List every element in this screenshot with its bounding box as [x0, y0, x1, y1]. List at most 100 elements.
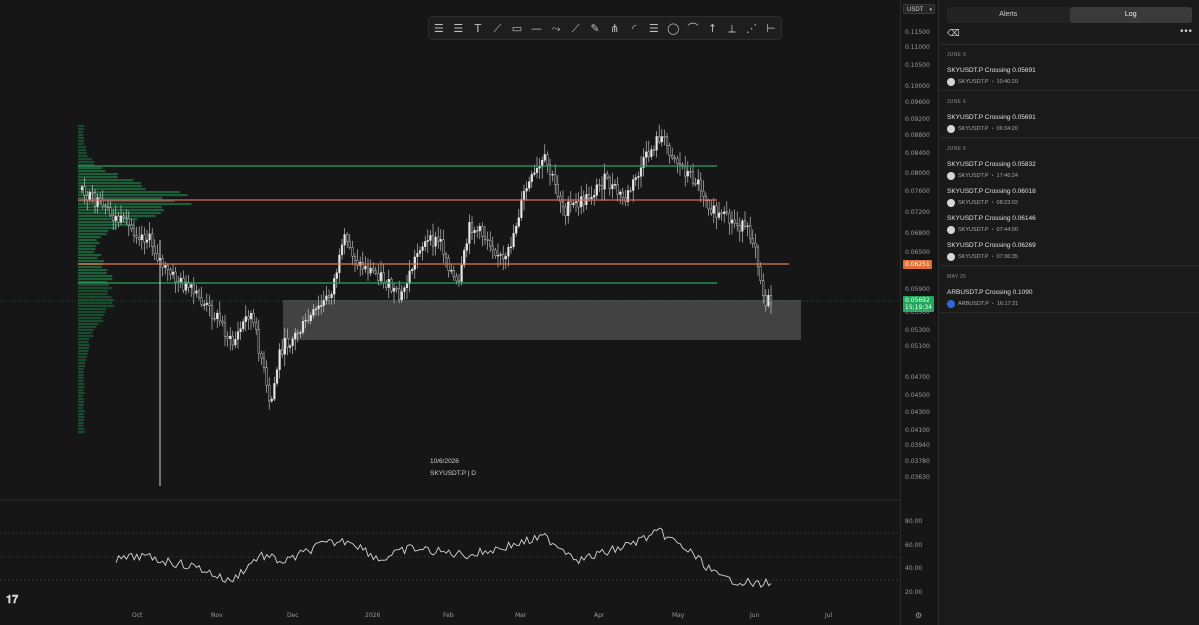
- candle-body: [377, 273, 380, 282]
- log-entry[interactable]: SKYUSDT.P Crossing 0.06018 SKYUSDT.P • 08:2…: [939, 188, 1199, 214]
- candle-body: [140, 234, 143, 240]
- log-entry-meta: SKYUSDT.P • 17:46:24: [947, 171, 1018, 180]
- candle-body: [327, 295, 331, 299]
- path-icon[interactable]: ⤳: [550, 22, 563, 35]
- candle-body: [138, 237, 141, 241]
- log-entry-symbol: SKYUSDT.P: [958, 253, 989, 260]
- log-entry-title: SKYUSDT.P Crossing 0.06269: [947, 242, 1036, 249]
- horizontal-line-icon[interactable]: —: [530, 22, 543, 35]
- volume-profile-bar: [78, 302, 113, 305]
- ray-icon[interactable]: ⟋: [569, 22, 582, 35]
- candle-body: [127, 218, 130, 226]
- fib-retracement-icon[interactable]: ☰: [432, 22, 445, 35]
- volume-profile-bar: [78, 257, 98, 260]
- candle-body: [125, 217, 128, 219]
- candle-body: [593, 195, 596, 198]
- tab-alerts[interactable]: Alerts: [947, 7, 1070, 23]
- candle-body: [268, 384, 271, 402]
- long-position-icon[interactable]: ↑: [706, 22, 719, 35]
- log-entry[interactable]: SKYUSDT.P Crossing 0.06146 SKYUSDT.P • 07:4…: [939, 215, 1199, 241]
- candle-body: [390, 279, 393, 292]
- candle-body: [223, 322, 227, 337]
- trend-line-icon[interactable]: ⟋: [491, 22, 504, 35]
- chart-canvas[interactable]: [0, 0, 900, 625]
- candle-body: [507, 246, 510, 257]
- time-tick-label: Jul: [825, 612, 833, 619]
- candle-body: [249, 313, 253, 320]
- volume-profile-bar: [78, 320, 104, 323]
- volume-profile-bar: [78, 227, 117, 230]
- candle-body: [543, 154, 546, 161]
- candle-body: [561, 201, 565, 208]
- price-tick-label: 0.04700: [905, 374, 930, 381]
- candle-body: [281, 349, 284, 355]
- candle-body: [608, 177, 611, 190]
- rectangle-icon[interactable]: ▭: [510, 22, 523, 35]
- price-scale[interactable]: USDT ▾ 0.06251 0.05692 15:19:34 ⚙ 0.11500…: [900, 0, 939, 625]
- candle-body: [613, 184, 617, 186]
- candle-body: [143, 234, 146, 243]
- candle-body: [296, 332, 299, 335]
- price-tick-label: 0.06800: [905, 230, 930, 237]
- currency-select[interactable]: USDT ▾: [903, 4, 935, 14]
- candle-body: [483, 236, 487, 240]
- candle-body: [169, 269, 172, 275]
- volume-profile-bar: [78, 161, 95, 164]
- volume-profile-bar: [78, 329, 94, 332]
- volume-profile-bar: [78, 341, 89, 344]
- more-options-icon[interactable]: •••: [1179, 27, 1193, 37]
- time-tick-label: Nov: [211, 612, 223, 619]
- candle-body: [153, 246, 156, 254]
- volume-profile-bar: [78, 326, 97, 329]
- volume-profile-bar: [78, 317, 102, 320]
- candle-body: [767, 295, 770, 307]
- chart-area[interactable]: ☰ ☰ T ⟋ ▭ — ⤳ ⟋ ✎ ⋔ ◜ ☰ ◯ ⌒ ↑ ⟂ ⋰ ⊢ 10/6/2026 SKYUSDT.P |…: [0, 0, 900, 625]
- candle-body: [759, 266, 762, 281]
- candle-body: [650, 149, 653, 157]
- tradingview-logo-icon[interactable]: 𝟏𝟕: [6, 593, 18, 607]
- candle-body: [587, 193, 591, 200]
- circle-icon[interactable]: ◯: [667, 22, 680, 35]
- arc-icon[interactable]: ◜: [628, 22, 641, 35]
- volume-profile-bar: [78, 140, 85, 143]
- pitchfork-icon[interactable]: ⋔: [608, 22, 621, 35]
- volume-profile: [78, 125, 192, 434]
- candle-body: [751, 238, 754, 244]
- elliott-wave-icon[interactable]: ⊢: [765, 22, 778, 35]
- log-date-header: JUNE 9: [947, 52, 967, 58]
- separator-dot: •: [991, 300, 994, 307]
- demand-zone[interactable]: [283, 300, 801, 340]
- brush-icon[interactable]: ✎: [589, 22, 602, 35]
- clear-log-icon[interactable]: ⌫: [947, 29, 960, 39]
- time-tick-label: Dec: [287, 612, 299, 619]
- log-entry[interactable]: SKYUSDT.P Crossing 0.05832 SKYUSDT.P • 17:4…: [939, 161, 1199, 187]
- candle-body: [104, 205, 107, 207]
- volume-profile-bar: [78, 170, 106, 173]
- ruler-icon[interactable]: ⟂: [725, 22, 738, 35]
- gann-box-icon[interactable]: ☰: [647, 22, 660, 35]
- separator-dot: •: [991, 125, 994, 132]
- pattern-icon[interactable]: ⋰: [745, 22, 758, 35]
- candle-body: [762, 280, 765, 297]
- time-tick-label: Feb: [443, 612, 454, 619]
- candle-body: [361, 262, 364, 270]
- symbol-logo-icon: [947, 299, 955, 308]
- candle-body: [278, 349, 281, 370]
- candle-body: [574, 201, 578, 204]
- candle-body: [551, 174, 554, 176]
- candle-body: [699, 179, 702, 192]
- price-tick-label: 0.10500: [905, 62, 930, 69]
- fib-extension-icon[interactable]: ☰: [452, 22, 465, 35]
- time-tick-label: May: [672, 612, 685, 619]
- text-icon[interactable]: T: [471, 22, 484, 35]
- tab-log[interactable]: Log: [1069, 7, 1192, 23]
- candle-body: [190, 284, 193, 288]
- volume-profile-bar: [78, 380, 84, 383]
- candle-body: [522, 190, 526, 200]
- curve-icon[interactable]: ⌒: [686, 22, 699, 35]
- time-tick-label: Apr: [594, 612, 605, 619]
- gear-icon[interactable]: ⚙: [915, 611, 922, 620]
- candle-body: [697, 179, 700, 185]
- volume-profile-bar: [78, 275, 113, 278]
- candle-body: [270, 398, 273, 402]
